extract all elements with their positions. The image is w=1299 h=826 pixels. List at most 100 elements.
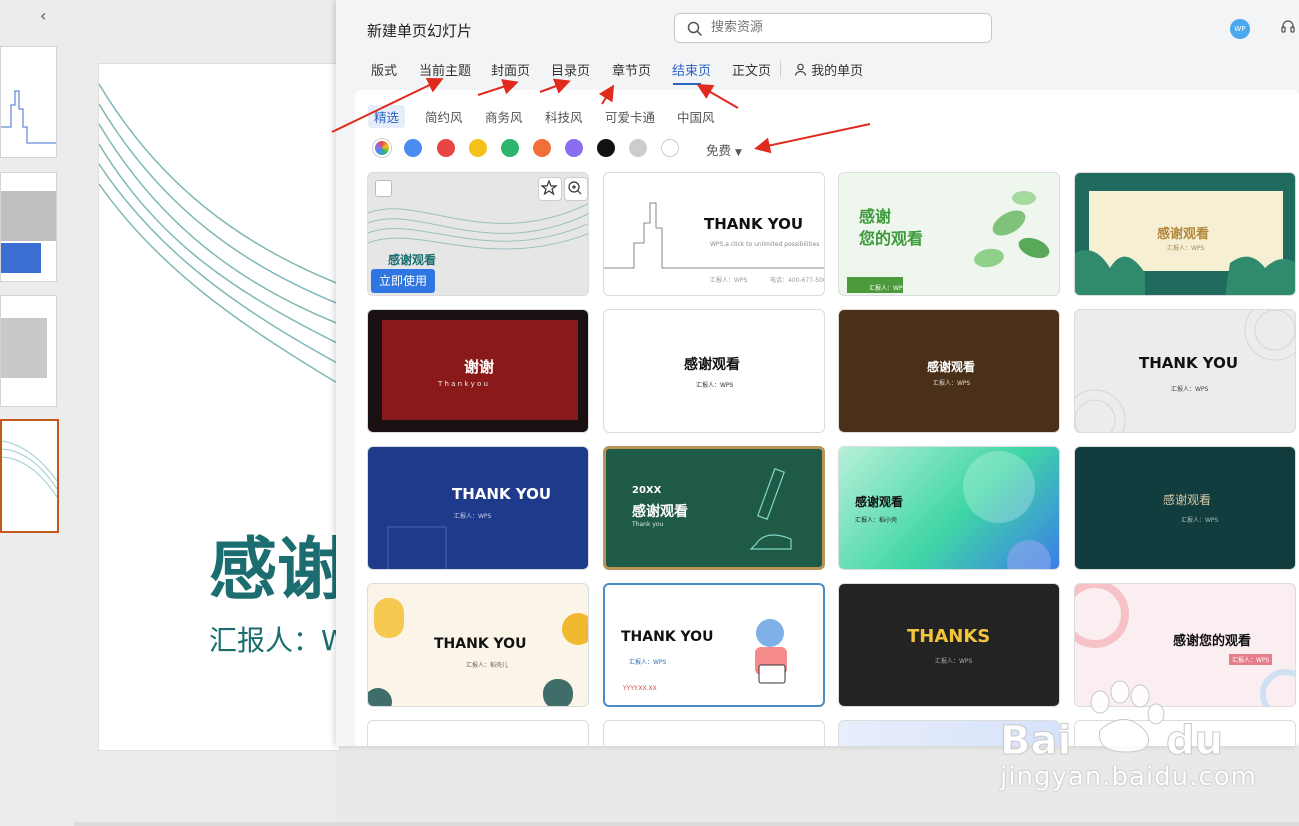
tab-cover[interactable]: 封面页	[491, 60, 530, 79]
template-card-14[interactable]: THANK YOU 汇报人：WPS YYYY.XX.XX	[603, 583, 825, 707]
template-card-4[interactable]: 感谢观看 汇报人：WPS	[1074, 172, 1296, 296]
color-swatch-blue[interactable]	[404, 139, 422, 157]
tab-contents[interactable]: 目录页	[551, 60, 590, 79]
card-title: 感谢观看	[1157, 227, 1210, 242]
panel-title: 新建单页幻灯片	[367, 22, 473, 40]
price-filter[interactable]: 免费 ▼	[706, 140, 742, 159]
watermark-url: jingyan.baidu.com	[1000, 762, 1257, 792]
collapse-pane-icon[interactable]: ‹	[40, 6, 46, 25]
color-swatch-purple[interactable]	[565, 139, 583, 157]
card-title: 感谢您的观看	[1173, 634, 1252, 649]
slide-thumbnail-2[interactable]	[0, 172, 57, 282]
template-card-9[interactable]: THANK YOU 汇报人：WPS	[367, 446, 589, 570]
template-card-17[interactable]	[367, 720, 589, 746]
card-subtitle: 汇报人：WPS	[1171, 386, 1209, 393]
card-subtitle: 汇报人：WPS	[1181, 517, 1219, 524]
tab-chapter[interactable]: 章节页	[612, 60, 651, 79]
template-card-6[interactable]: 感谢观看 汇报人：WPS	[603, 309, 825, 433]
tab-my-slides-label: 我的单页	[811, 64, 864, 79]
card-title-line1: 感谢	[859, 207, 892, 226]
card-subtitle: 汇报人：WPS	[1229, 654, 1273, 665]
style-cartoon[interactable]: 可爱卡通	[599, 105, 661, 128]
headset-icon[interactable]	[1280, 19, 1296, 35]
template-card-5[interactable]: 谢谢 T h a n k y o u	[367, 309, 589, 433]
current-slide[interactable]: 感谢 汇报人：W	[98, 63, 340, 751]
card-title: THANK YOU	[452, 485, 552, 503]
template-card-7[interactable]: 感谢观看 汇报人：WPS	[838, 309, 1060, 433]
search-box[interactable]	[674, 13, 992, 43]
slide-thumbnail-3[interactable]	[0, 295, 57, 407]
search-input[interactable]	[709, 19, 973, 36]
card-title: 感谢观看	[388, 253, 437, 267]
card-subtitle: 汇报人：WPS	[696, 382, 734, 389]
frame-lines-decoration	[387, 526, 447, 569]
style-business[interactable]: 商务风	[479, 105, 529, 128]
photo-placeholder	[1, 191, 56, 241]
tab-current-theme[interactable]: 当前主题	[419, 60, 471, 79]
style-tech[interactable]: 科技风	[539, 105, 589, 128]
template-card-2[interactable]: THANK YOU WPS,a click to unlimited possi…	[603, 172, 825, 296]
text-block	[1, 243, 41, 273]
template-content: 精选 简约风 商务风 科技风 可爱卡通 中国风 免费 ▼ 感谢观看 立即使用 T…	[355, 90, 1299, 746]
color-swatch-orange[interactable]	[533, 139, 551, 157]
card-subtitle: 汇报人：稻小壳	[855, 517, 898, 524]
search-icon	[687, 21, 703, 37]
price-filter-label: 免费	[706, 143, 732, 158]
style-minimal[interactable]: 简约风	[419, 105, 469, 128]
card-subtitle: 汇报人：WPS	[869, 285, 907, 292]
slide-subtitle[interactable]: 汇报人：W	[209, 619, 339, 659]
template-card-8[interactable]: THANK YOU 汇报人：WPS	[1074, 309, 1296, 433]
color-swatch-white[interactable]	[661, 139, 679, 157]
card-title: 感谢观看	[855, 495, 904, 509]
slide-thumbnail-4[interactable]	[0, 419, 59, 533]
card-title: 感谢观看	[684, 357, 740, 373]
card-footer-date: YYYY.XX.XX	[623, 685, 657, 692]
style-featured[interactable]: 精选	[368, 105, 406, 128]
card-title: THANKS	[907, 626, 991, 647]
slide-thumbnail-pane: ‹	[0, 0, 75, 826]
card-subtitle: 汇报人：WPS	[454, 513, 492, 520]
template-card-18[interactable]	[603, 720, 825, 746]
template-card-11[interactable]: 感谢观看 汇报人：稻小壳	[838, 446, 1060, 570]
tab-layout[interactable]: 版式	[371, 60, 397, 79]
active-tab-indicator	[673, 83, 701, 85]
status-bar	[74, 822, 1299, 826]
curve-lines-icon	[2, 440, 57, 498]
color-swatch-yellow[interactable]	[469, 139, 487, 157]
card-title: THANK YOU	[704, 215, 804, 233]
svg-text:Bai: Bai	[1000, 718, 1071, 764]
select-checkbox[interactable]	[375, 180, 392, 197]
color-swatch-all[interactable]	[373, 139, 391, 157]
slide-title[interactable]: 感谢	[209, 514, 339, 613]
tab-my-slides[interactable]: 我的单页	[794, 60, 863, 79]
photo-placeholder	[1, 318, 47, 378]
card-footer-phone: 电话：400-677-5005	[770, 277, 825, 284]
template-card-12[interactable]: 感谢观看 汇报人：WPS	[1074, 446, 1296, 570]
color-swatch-green[interactable]	[501, 139, 519, 157]
slide-thumbnail-1[interactable]	[0, 46, 57, 158]
template-card-13[interactable]: THANK YOU 汇报人：稻壳儿	[367, 583, 589, 707]
color-swatch-black[interactable]	[597, 139, 615, 157]
avatar[interactable]: WP	[1230, 19, 1250, 39]
color-swatch-red[interactable]	[437, 139, 455, 157]
card-subtitle: 汇报人：稻壳儿	[466, 662, 509, 669]
tab-body[interactable]: 正文页	[732, 60, 771, 79]
card-subtitle: T h a n k y o u	[438, 380, 488, 388]
color-swatch-gray[interactable]	[629, 139, 647, 157]
favorite-star-icon[interactable]	[538, 177, 562, 201]
card-year: 20XX	[632, 485, 662, 496]
template-card-3[interactable]: 感谢 您的观看 汇报人：WPS	[838, 172, 1060, 296]
template-card-10[interactable]: 20XX 感谢观看 Thank you	[603, 446, 825, 570]
card-title-line2: 您的观看	[859, 229, 924, 248]
style-chinese[interactable]: 中国风	[671, 105, 721, 128]
user-icon	[794, 63, 807, 76]
card-title: 谢谢	[464, 358, 495, 376]
use-now-button[interactable]: 立即使用	[371, 269, 435, 293]
card-title: 感谢观看	[927, 360, 976, 374]
new-slide-panel: 新建单页幻灯片 WP 版式 当前主题 封面页 目录页 章节页 结束页 正文页 我…	[336, 0, 1299, 746]
tab-ending[interactable]: 结束页	[672, 60, 711, 79]
template-card-1[interactable]: 感谢观看 立即使用	[367, 172, 589, 296]
card-subtitle: Thank you	[632, 521, 664, 528]
slide-editor-area: 感谢 汇报人：W	[74, 0, 340, 826]
zoom-preview-icon[interactable]	[564, 177, 588, 201]
